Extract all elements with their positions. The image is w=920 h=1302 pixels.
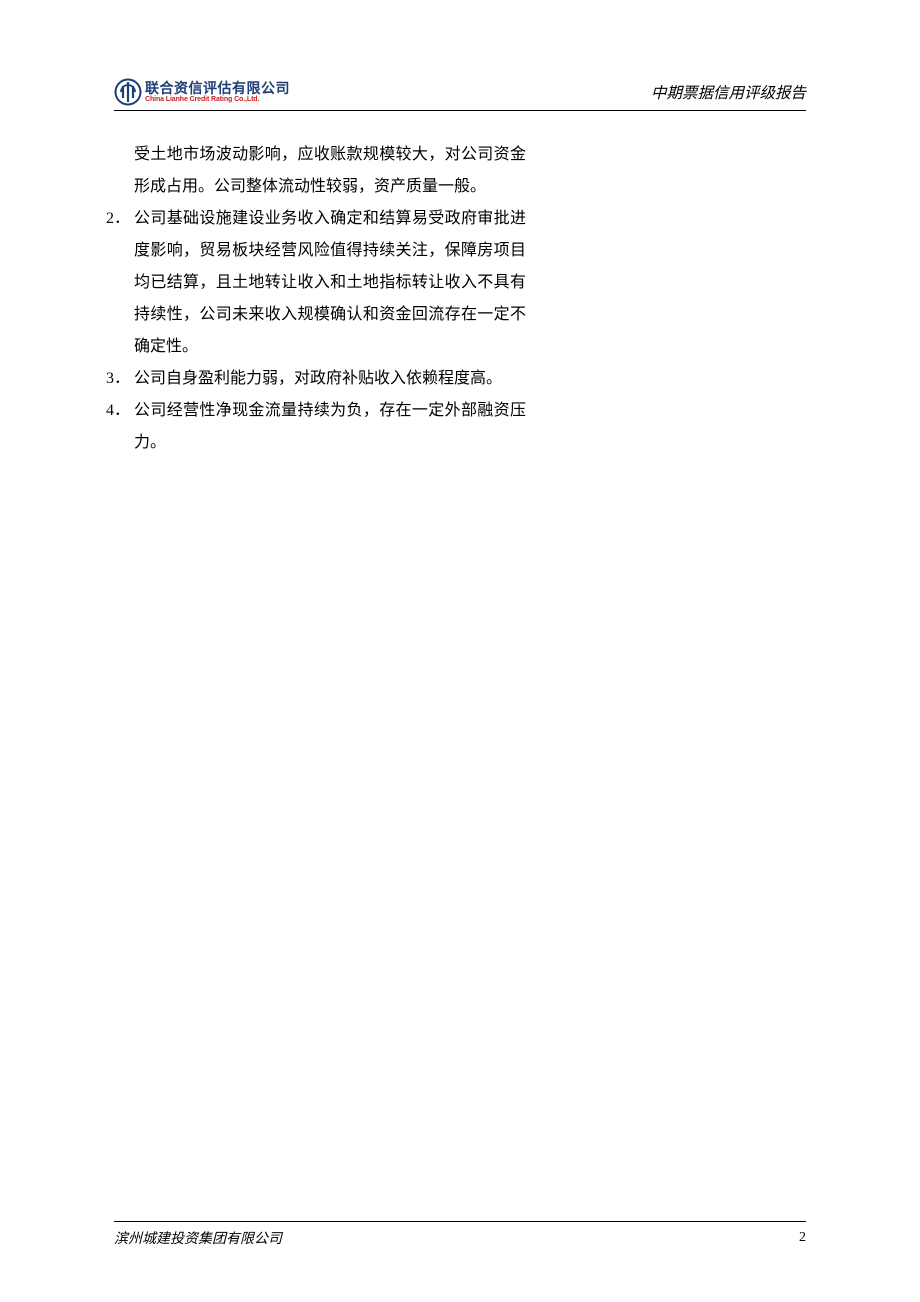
footer-company: 滨州城建投资集团有限公司: [114, 1228, 282, 1248]
logo-en-text: China Lianhe Credit Rating Co.,Ltd.: [145, 96, 290, 103]
logo-cn-text: 联合资信评估有限公司: [145, 81, 290, 95]
document-page: 联合资信评估有限公司 China Lianhe Credit Rating Co…: [0, 0, 920, 1302]
list-text: 公司自身盈利能力弱，对政府补贴收入依赖程度高。: [134, 363, 526, 395]
list-item: 4． 公司经营性净现金流量持续为负，存在一定外部融资压力。: [134, 395, 526, 459]
page-footer: 滨州城建投资集团有限公司 2: [114, 1221, 806, 1248]
list-text: 公司基础设施建设业务收入确定和结算易受政府审批进度影响，贸易板块经营风险值得持续…: [134, 203, 526, 363]
list-item: 2． 公司基础设施建设业务收入确定和结算易受政府审批进度影响，贸易板块经营风险值…: [134, 203, 526, 363]
numbered-list: 2． 公司基础设施建设业务收入确定和结算易受政府审批进度影响，贸易板块经营风险值…: [134, 203, 526, 459]
page-header: 联合资信评估有限公司 China Lianhe Credit Rating Co…: [114, 78, 806, 106]
header-title: 中期票据信用评级报告: [651, 81, 806, 103]
list-number: 3．: [102, 363, 134, 395]
main-content: 受土地市场波动影响，应收账款规模较大，对公司资金形成占用。公司整体流动性较弱，资…: [114, 139, 806, 459]
header-divider: [114, 110, 806, 111]
list-number: 2．: [102, 203, 134, 235]
list-number: 4．: [102, 395, 134, 427]
list-item: 3． 公司自身盈利能力弱，对政府补贴收入依赖程度高。: [134, 363, 526, 395]
logo-text: 联合资信评估有限公司 China Lianhe Credit Rating Co…: [145, 81, 290, 103]
list-text: 公司经营性净现金流量持续为负，存在一定外部融资压力。: [134, 395, 526, 459]
footer-row: 滨州城建投资集团有限公司 2: [114, 1228, 806, 1248]
company-logo-icon: [114, 78, 142, 106]
logo-section: 联合资信评估有限公司 China Lianhe Credit Rating Co…: [114, 78, 290, 106]
continuation-text: 受土地市场波动影响，应收账款规模较大，对公司资金形成占用。公司整体流动性较弱，资…: [134, 139, 526, 203]
page-number: 2: [799, 1230, 806, 1246]
footer-divider: [114, 1221, 806, 1222]
